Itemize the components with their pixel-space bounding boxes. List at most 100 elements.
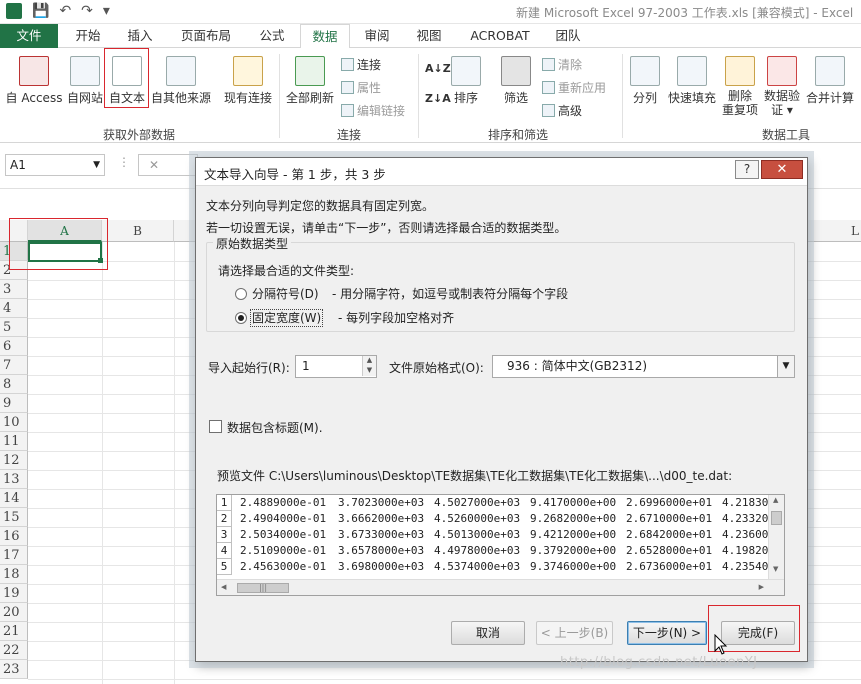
- help-button[interactable]: ?: [735, 160, 759, 179]
- undo-icon[interactable]: ↶: [59, 3, 71, 19]
- preview-value: 2.6842000e+01: [626, 528, 713, 541]
- reapply-icon: [542, 81, 555, 94]
- scroll-left-icon[interactable]: ◀: [221, 583, 226, 591]
- start-row-label: 导入起始行(R):: [208, 361, 290, 375]
- next-button[interactable]: 下一步(N) >: [627, 621, 707, 645]
- preview-pane[interactable]: 1 2.4889000e-01 3.7023000e+03 4.5027000e+03…: [216, 494, 785, 596]
- flash-fill-button[interactable]: 快速填充: [666, 56, 718, 106]
- spin-up-icon[interactable]: ▲: [362, 356, 376, 366]
- chevron-down-icon[interactable]: ▼: [777, 356, 794, 377]
- preview-file-label: 预览文件 C:\Users\luminous\Desktop\TE数据集\TE化…: [217, 469, 733, 483]
- cancel-button[interactable]: 取消: [451, 621, 525, 645]
- tab-review[interactable]: 审阅: [356, 24, 398, 48]
- reapply-button[interactable]: 重新应用: [542, 79, 606, 96]
- text-to-columns-button[interactable]: 分列: [628, 56, 662, 106]
- redo-icon[interactable]: ↷: [81, 3, 93, 19]
- preview-value: 4.5027000e+03: [434, 496, 521, 509]
- tab-acrobat[interactable]: ACROBAT: [462, 24, 538, 48]
- ribbon-tabs: 文件 开始 插入 页面布局 公式 数据 审阅 视图 ACROBAT 团队: [0, 24, 861, 49]
- scroll-thumb[interactable]: [771, 511, 782, 525]
- row-header[interactable]: 15: [0, 508, 28, 527]
- properties-button[interactable]: 属性: [341, 79, 381, 96]
- row-header[interactable]: 16: [0, 527, 28, 546]
- from-access-button[interactable]: 自 Access: [4, 56, 64, 106]
- row-header[interactable]: 19: [0, 584, 28, 603]
- row-header[interactable]: 10: [0, 413, 28, 432]
- row-header[interactable]: 7: [0, 356, 28, 375]
- row-header[interactable]: 5: [0, 318, 28, 337]
- tab-home[interactable]: 开始: [66, 24, 110, 48]
- group-title: 原始数据类型: [213, 235, 292, 252]
- scroll-down-icon[interactable]: ▼: [773, 565, 778, 573]
- start-row-spinner[interactable]: 1 ▲ ▼: [295, 355, 377, 378]
- connections-button[interactable]: 连接: [341, 56, 381, 73]
- from-other-sources-button[interactable]: 自其他来源: [150, 56, 212, 106]
- row-header[interactable]: 14: [0, 489, 28, 508]
- fixed-width-radio[interactable]: 固定宽度(W): [235, 309, 324, 327]
- close-button[interactable]: ✕: [761, 160, 803, 179]
- back-button[interactable]: < 上一步(B): [536, 621, 613, 645]
- chevron-down-icon[interactable]: ▼: [93, 155, 100, 175]
- tab-data[interactable]: 数据: [300, 24, 350, 49]
- grid-line: [28, 679, 861, 680]
- sort-za-icon[interactable]: Z↓A: [425, 92, 451, 105]
- existing-connections-button[interactable]: 现有连接: [222, 56, 274, 106]
- has-headers-checkbox[interactable]: [209, 420, 222, 433]
- preview-value: 2.6528000e+01: [626, 544, 713, 557]
- tab-formulas[interactable]: 公式: [250, 24, 294, 48]
- preview-value: 2.4889000e-01: [240, 496, 327, 509]
- mouse-cursor-icon: [714, 634, 728, 655]
- tab-team[interactable]: 团队: [546, 24, 590, 48]
- row-header[interactable]: 6: [0, 337, 28, 356]
- horizontal-scrollbar[interactable]: ◀ ||| ▶: [217, 579, 784, 595]
- delimited-radio[interactable]: 分隔符号(D): [235, 285, 319, 302]
- refresh-all-button[interactable]: 全部刷新: [284, 56, 336, 106]
- data-validation-button[interactable]: 数据验证 ▾: [762, 56, 802, 117]
- excel-logo-icon: [6, 3, 22, 19]
- preview-value: 2.6736000e+01: [626, 560, 713, 573]
- cancel-entry-button[interactable]: ✕: [138, 154, 198, 176]
- clear-filter-button[interactable]: 清除: [542, 56, 582, 73]
- advanced-filter-button[interactable]: 高级: [542, 102, 582, 119]
- row-header[interactable]: 13: [0, 470, 28, 489]
- row-header[interactable]: 9: [0, 394, 28, 413]
- radio-checked[interactable]: [235, 312, 247, 324]
- tab-view[interactable]: 视图: [408, 24, 450, 48]
- from-web-button[interactable]: 自网站: [66, 56, 104, 106]
- grid-line: [174, 242, 175, 684]
- consolidate-button[interactable]: 合并计算: [804, 56, 856, 106]
- row-header[interactable]: 22: [0, 641, 28, 660]
- scroll-up-icon[interactable]: ▲: [773, 496, 778, 504]
- text-to-columns-icon: [630, 56, 660, 86]
- radio-unchecked[interactable]: [235, 288, 247, 300]
- tab-page-layout[interactable]: 页面布局: [172, 24, 240, 48]
- group-label-connections: 连接: [337, 128, 362, 142]
- tab-file[interactable]: 文件: [0, 24, 58, 48]
- row-header[interactable]: 18: [0, 565, 28, 584]
- name-box[interactable]: A1 ▼: [5, 154, 105, 176]
- edit-links-button[interactable]: 编辑链接: [341, 102, 405, 119]
- row-header[interactable]: 3: [0, 280, 28, 299]
- row-header[interactable]: 23: [0, 660, 28, 679]
- scroll-right-icon[interactable]: ▶: [759, 583, 764, 591]
- row-header[interactable]: 11: [0, 432, 28, 451]
- row-header[interactable]: 20: [0, 603, 28, 622]
- row-header[interactable]: 21: [0, 622, 28, 641]
- remove-duplicates-button[interactable]: 删除 重复项: [720, 56, 760, 117]
- file-origin-select[interactable]: 936 : 简体中文(GB2312) ▼: [492, 355, 795, 378]
- customize-qat-icon[interactable]: ▾: [103, 3, 110, 19]
- sort-az-icon[interactable]: A↓Z: [425, 62, 451, 75]
- vertical-scrollbar[interactable]: ▲ ▼: [768, 495, 784, 579]
- save-icon[interactable]: 💾: [32, 3, 49, 19]
- row-header[interactable]: 4: [0, 299, 28, 318]
- row-header[interactable]: 17: [0, 546, 28, 565]
- column-header-b[interactable]: B: [102, 220, 174, 242]
- scroll-thumb[interactable]: |||: [237, 583, 289, 593]
- sort-button[interactable]: 排序: [450, 56, 482, 106]
- tab-insert[interactable]: 插入: [118, 24, 162, 48]
- row-header[interactable]: 12: [0, 451, 28, 470]
- spin-down-icon[interactable]: ▼: [362, 366, 376, 376]
- filter-button[interactable]: 筛选: [500, 56, 532, 106]
- row-header[interactable]: 8: [0, 375, 28, 394]
- preview-value: 9.3792000e+00: [530, 544, 617, 557]
